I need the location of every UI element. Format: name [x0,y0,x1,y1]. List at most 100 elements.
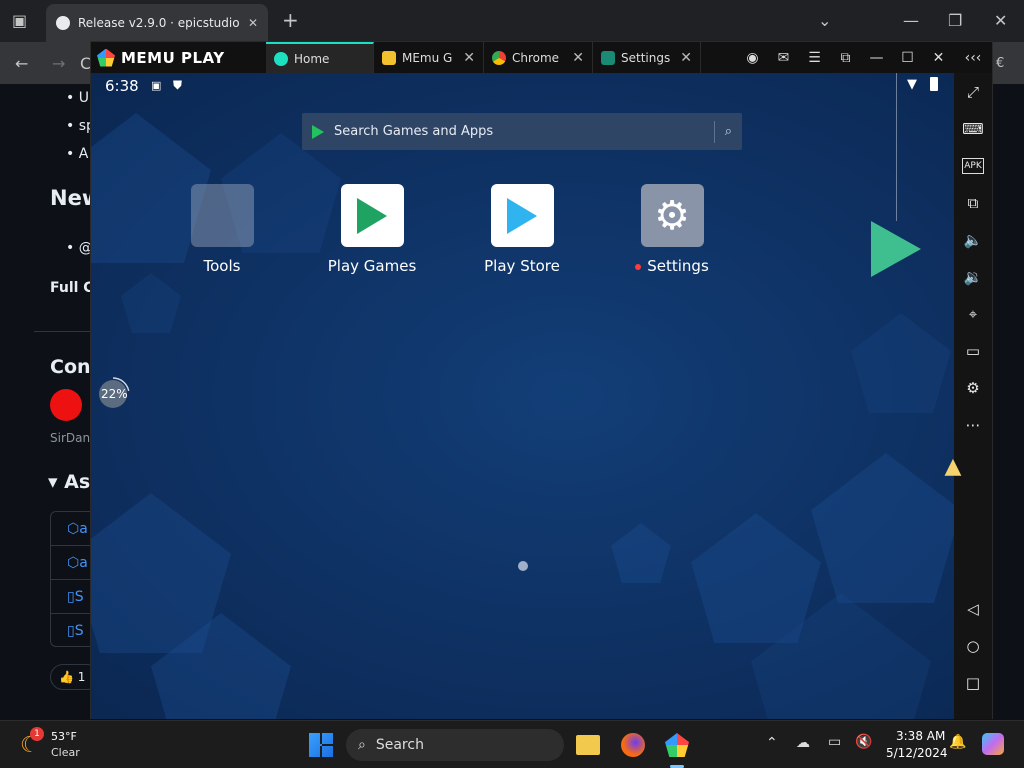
page-indicator [518,561,528,571]
app-label: Play Games [327,257,417,275]
firefox-icon[interactable] [621,733,645,757]
apk-install-icon[interactable]: APK [962,158,984,174]
close-window-icon[interactable]: ✕ [994,13,1007,29]
tab-search-icon[interactable]: ⌄ [818,13,831,29]
app-tools[interactable]: Tools [162,184,282,275]
browser-tabbar: ▣ Release v2.9.0 · epicstudios856 ✕ + ⌄ … [0,0,1024,42]
weather-badge: 1 [30,727,44,741]
account-icon[interactable]: ◉ [737,50,768,66]
app-label: Play Store [484,257,560,275]
maximize-icon[interactable]: ☐ [892,50,923,66]
multi-instance-icon[interactable]: ⧉ [962,192,984,214]
memu-window-controls: ◉ ✉ ☰ ⧉ — ☐ ✕ ‹‹‹ [737,42,992,73]
app-play-games[interactable]: Play Games [312,184,432,275]
minimize-icon[interactable]: — [861,50,892,66]
windows-start-icon[interactable] [309,733,333,757]
search-icon[interactable]: ⌕ [725,124,732,139]
tab-settings[interactable]: Settings ✕ [593,42,701,73]
update-badge-dot [635,263,642,270]
copilot-icon[interactable] [982,733,1004,755]
search-icon: ⌕ [358,737,366,753]
settings-tab-icon [601,50,615,65]
tab-chrome[interactable]: Chrome ✕ [484,42,593,73]
forward-icon[interactable]: → [52,56,65,72]
android-screen[interactable]: 6:38 ▣ ⛊ ▼ 22% Search Games and Apps ⌕ T… [91,73,954,719]
play-store-icon [312,124,324,139]
settings-gear-icon: ⚙ [640,184,704,247]
close-tab-icon[interactable]: ✕ [680,50,692,66]
progress-percent: 22% [101,387,128,401]
tab-memu-guide[interactable]: MEmu G ✕ [374,42,484,73]
memu-logo-icon [97,48,115,67]
tab-home[interactable]: Home [266,42,374,73]
github-icon [56,16,70,30]
show-hidden-icons[interactable]: ⌃ [766,735,778,751]
full-changelog-link[interactable]: Full C [50,280,94,296]
app-settings[interactable]: ⚙ Settings [612,184,732,275]
volume-icon[interactable]: 🔇 [855,734,872,750]
location-icon[interactable]: ⌖ [962,303,984,325]
tools-folder-icon [190,184,254,247]
chrome-tab-icon [492,50,506,65]
weather-temp: 53°F [51,730,77,743]
contributor-name[interactable]: SirDan [50,431,90,445]
display-icon[interactable]: ▭ [828,734,841,750]
settings-icon[interactable]: ⚙ [962,377,984,399]
file-explorer-icon[interactable] [576,735,600,755]
shield-icon: ⛊ [173,78,183,92]
battery-icon [930,77,938,91]
tab-actions-icon[interactable]: ▣ [12,13,27,29]
collapse-sidebar-icon[interactable]: ‹‹‹ [954,50,992,66]
clock-date[interactable]: 5/12/2024 [886,746,948,760]
menu-icon[interactable]: ☰ [799,50,830,66]
android-clock: 6:38 [105,77,139,95]
taskbar-search[interactable]: ⌕ Search [346,729,564,761]
volume-up-icon[interactable]: 🔈 [962,229,984,251]
notification-bell-icon[interactable]: 🔔 [949,734,966,750]
close-tab-icon[interactable]: ✕ [248,16,258,30]
app-label: Tools [203,257,241,275]
home-nav-icon[interactable]: ○ [962,635,984,657]
wifi-icon: ▼ [907,77,917,92]
play-store-icon [871,221,921,277]
folder-icon[interactable]: ▭ [962,340,984,362]
avatar[interactable] [50,389,82,421]
search-input[interactable]: Search Games and Apps ⌕ [302,113,742,150]
new-tab-button[interactable]: + [282,10,299,30]
memu-logo: MEMU PLAY [91,42,266,73]
back-icon[interactable]: ← [15,56,28,72]
app-label: Settings [647,257,709,275]
screen-record-icon[interactable]: ⧉ [830,50,861,66]
clock-time[interactable]: 3:38 AM [896,729,945,743]
volume-down-icon[interactable]: 🔉 [962,266,984,288]
restore-icon[interactable]: ❐ [948,13,962,29]
app-play-store[interactable]: Play Store [462,184,582,275]
mail-icon[interactable]: ✉ [768,50,799,66]
android-status-bar: 6:38 ▣ ⛊ ▼ [91,73,954,99]
back-nav-icon[interactable]: ◁ [962,598,984,620]
play-games-icon [340,184,404,247]
weather-widget[interactable]: ☾ 1 53°F Clear [18,727,108,763]
browser-tab[interactable]: Release v2.9.0 · epicstudios856 ✕ [46,4,268,42]
close-icon[interactable]: ✕ [923,50,954,66]
memu-taskbar-icon[interactable] [665,733,689,757]
close-tab-icon[interactable]: ✕ [572,50,584,66]
cursor-icon: ▲ [944,453,962,479]
windows-taskbar: ☾ 1 53°F Clear ⌕ Search ⌃ ☁ ▭ 🔇 3:38 AM … [0,720,1024,768]
memu-titlebar: MEMU PLAY Home MEmu G ✕ Chrome ✕ Setting… [91,42,992,73]
home-tab-icon [274,51,288,66]
search-placeholder: Search Games and Apps [334,124,494,139]
more-icon[interactable]: ⋯ [962,414,984,436]
close-tab-icon[interactable]: ✕ [463,50,475,66]
notification-icon: ▣ [151,79,162,92]
loading-progress: 22% [95,376,131,412]
onedrive-icon[interactable]: ☁ [796,735,810,751]
play-store-widget[interactable] [871,221,921,277]
browser-tab-title: Release v2.9.0 · epicstudios856 [78,16,240,30]
minimize-icon[interactable]: — [903,13,919,29]
mention-item[interactable]: • @ [66,240,93,256]
fullscreen-icon[interactable]: ⤢ [962,81,984,103]
weather-desc: Clear [51,746,80,759]
recent-apps-icon[interactable]: □ [962,672,984,694]
keyboard-icon[interactable]: ⌨ [962,118,984,140]
